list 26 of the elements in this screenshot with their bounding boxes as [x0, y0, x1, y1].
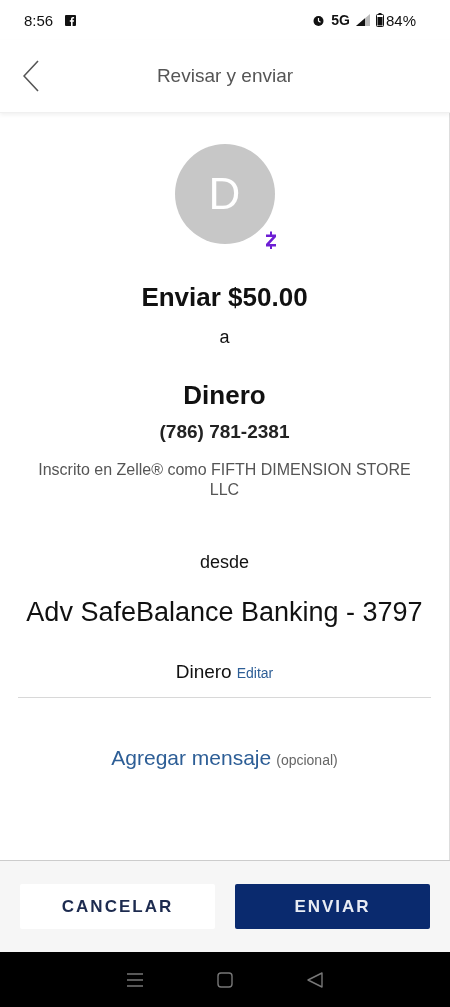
connector-text: a	[219, 327, 230, 348]
add-message-link[interactable]: Agregar mensaje	[111, 746, 272, 770]
avatar: D	[174, 144, 275, 244]
page-title: Revisar y enviar	[156, 65, 294, 87]
optional-hint: (opcional)	[276, 752, 338, 768]
account-name: Adv SafeBalance Banking - 3797	[25, 596, 424, 629]
signal-icon	[355, 14, 370, 26]
menu-icon[interactable]	[127, 972, 143, 987]
status-time: 8:56	[24, 11, 54, 29]
network-label: 5G	[331, 12, 350, 28]
edit-link[interactable]: Editar	[236, 665, 274, 681]
back-nav-icon[interactable]	[307, 971, 323, 988]
facebook-icon	[65, 14, 77, 26]
send-amount: Enviar $50.00	[141, 282, 308, 313]
memo-text: Dinero	[175, 661, 232, 683]
enrolled-text: Inscrito en Zelle® como FIFTH DIMENSION STORE LLC	[37, 460, 412, 500]
battery-icon	[375, 13, 384, 27]
connector-text: desde	[199, 552, 249, 573]
back-icon[interactable]	[23, 60, 39, 92]
cancel-button[interactable]: CANCELAR	[20, 884, 215, 929]
home-icon[interactable]	[217, 971, 233, 988]
send-button[interactable]: ENVIAR	[235, 884, 430, 929]
recipient-phone: (786) 781-2381	[159, 421, 290, 443]
recipient-name: Dinero	[183, 380, 266, 411]
alarm-icon	[312, 13, 326, 27]
battery-level: 84%	[385, 11, 416, 29]
